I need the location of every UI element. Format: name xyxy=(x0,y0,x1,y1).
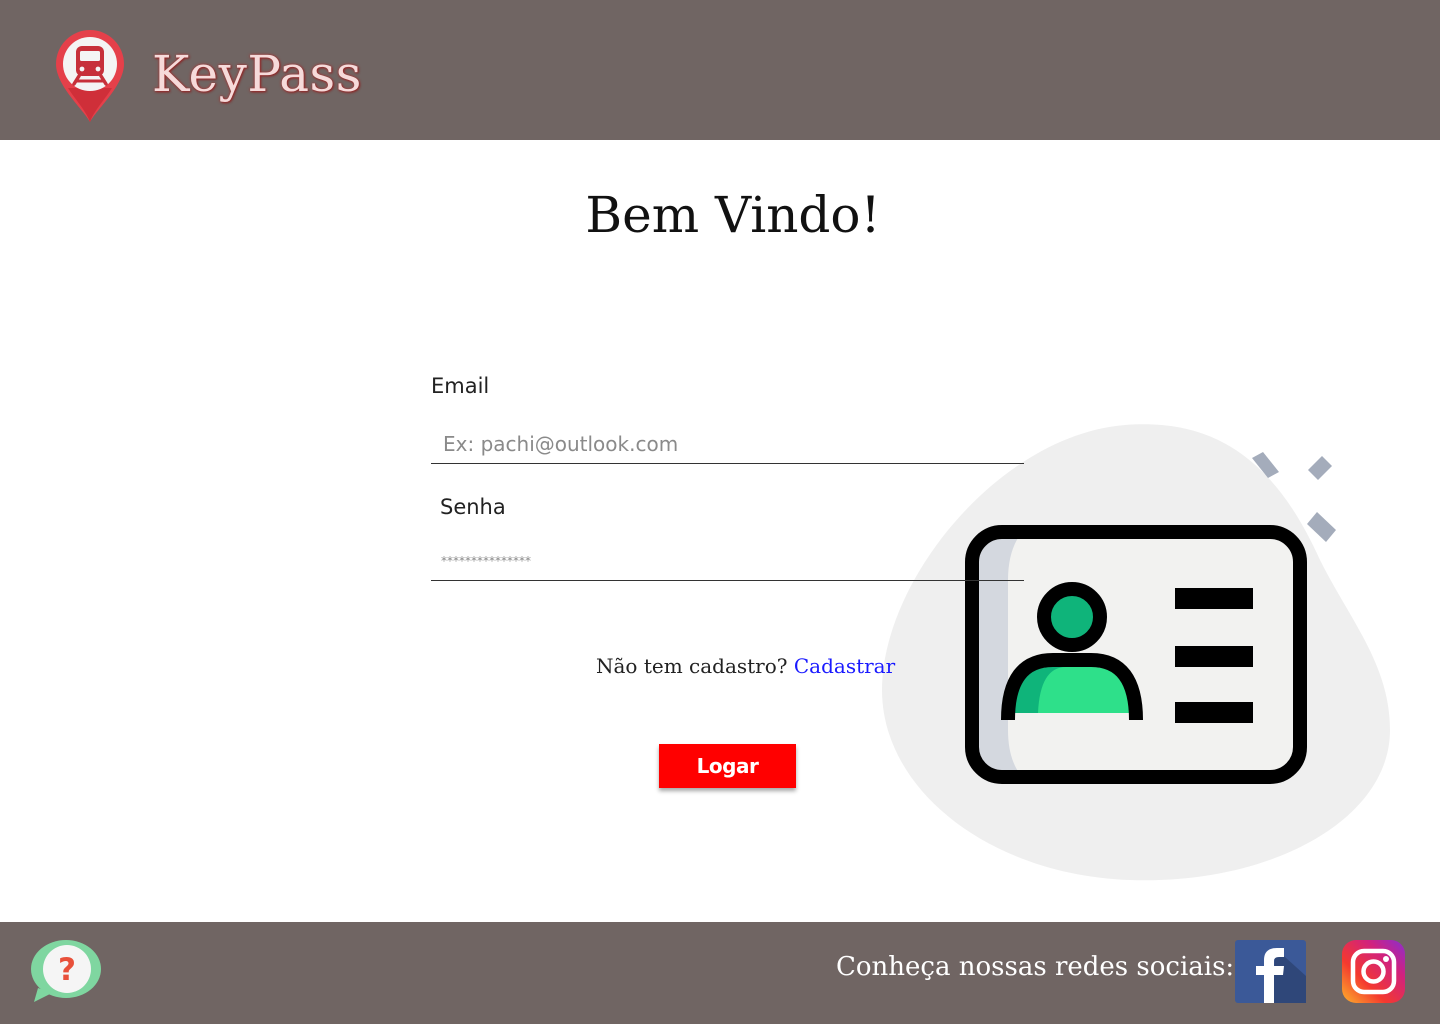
login-page: KeyPass Bem Vindo! Email Senha Não tem c… xyxy=(0,0,1440,1024)
help-chat-icon[interactable]: ? xyxy=(30,940,102,1002)
password-label: Senha xyxy=(440,495,506,519)
email-field[interactable] xyxy=(431,424,1024,464)
id-card-icon xyxy=(882,424,1390,881)
page-title: Bem Vindo! xyxy=(585,186,881,244)
signup-prompt: Não tem cadastro? Cadastrar xyxy=(596,654,895,678)
footer: ? Conheça nossas redes sociais: xyxy=(0,922,1440,1024)
facebook-icon[interactable] xyxy=(1235,940,1306,1003)
brand-name: KeyPass xyxy=(152,45,362,103)
password-field[interactable] xyxy=(431,541,1024,581)
train-location-pin-icon[interactable] xyxy=(54,28,126,124)
login-button[interactable]: Logar xyxy=(659,744,796,788)
social-prompt: Conheça nossas redes sociais: xyxy=(836,952,1235,982)
svg-text:?: ? xyxy=(58,952,76,988)
signup-prompt-text: Não tem cadastro? xyxy=(596,654,794,678)
top-header: KeyPass xyxy=(0,0,1440,140)
instagram-icon[interactable] xyxy=(1342,940,1405,1003)
signup-link[interactable]: Cadastrar xyxy=(794,654,895,678)
email-label: Email xyxy=(431,374,490,398)
